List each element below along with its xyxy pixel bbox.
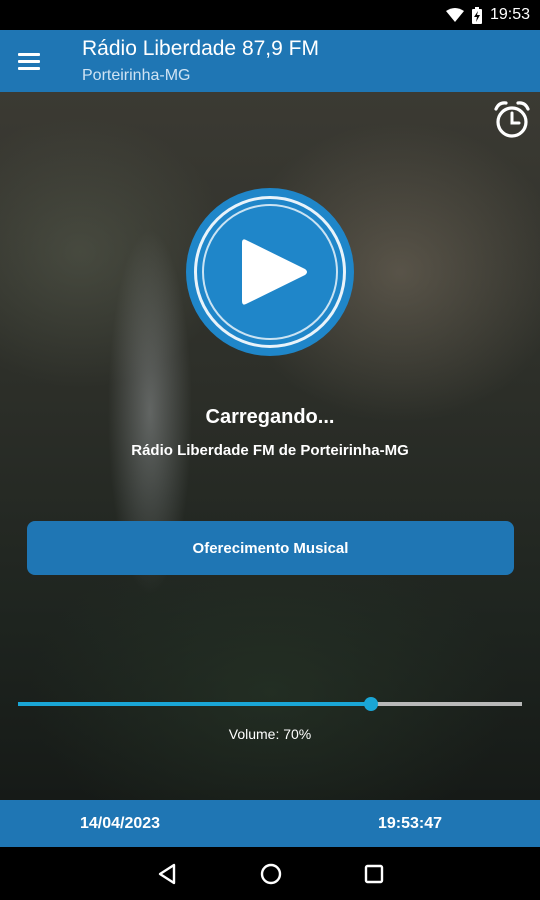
station-name: Rádio Liberdade FM de Porteirinha-MG (131, 442, 409, 459)
volume-slider-thumb[interactable] (363, 697, 378, 711)
alarm-clock-icon[interactable] (493, 100, 531, 140)
player-area: Carregando... Rádio Liberdade FM de Port… (0, 92, 540, 800)
current-time: 19:53:47 (378, 815, 443, 832)
play-icon (242, 239, 307, 305)
loading-status: Carregando... (205, 406, 335, 428)
app-bar: Rádio Liberdade 87,9 FM Porteirinha-MG (0, 30, 540, 92)
play-button[interactable] (186, 188, 354, 356)
navigation-bar (0, 847, 540, 900)
battery-charging-icon (471, 6, 482, 24)
volume-label: Volume: 70% (228, 726, 312, 742)
back-icon[interactable] (155, 861, 181, 887)
recents-icon[interactable] (361, 861, 387, 887)
hamburger-menu-icon[interactable] (18, 48, 46, 74)
app-title: Rádio Liberdade 87,9 FM (82, 37, 319, 60)
home-icon[interactable] (258, 861, 284, 887)
app-subtitle: Porteirinha-MG (82, 67, 191, 84)
wifi-icon (445, 8, 464, 22)
current-date: 14/04/2023 (80, 815, 161, 832)
volume-slider-fill (18, 702, 371, 706)
status-bar-time: 19:53 (489, 6, 530, 23)
oferecimento-musical-button[interactable]: Oferecimento Musical (27, 521, 514, 575)
volume-slider[interactable] (18, 697, 522, 711)
footer-bar: 14/04/2023 19:53:47 (0, 800, 540, 847)
status-bar: 19:53 (0, 0, 540, 30)
